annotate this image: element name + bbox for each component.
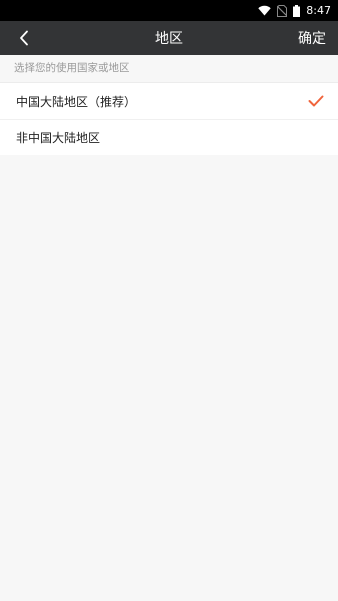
region-item-mainland[interactable]: 中国大陆地区（推荐） (0, 83, 338, 119)
status-bar: 8:47 (0, 0, 338, 21)
region-hint: 选择您的使用国家或地区 (0, 55, 338, 83)
chevron-left-icon (19, 30, 29, 46)
confirm-button[interactable]: 确定 (298, 21, 326, 55)
battery-icon (293, 4, 301, 17)
app-bar: 地区 确定 (0, 21, 338, 55)
back-button[interactable] (10, 21, 38, 55)
region-item-label: 中国大陆地区（推荐） (16, 94, 137, 109)
region-screen: 8:47 地区 确定 选择您的使用国家或地区 中国大陆地区（推荐） 非中国大陆地… (0, 0, 338, 601)
region-list: 中国大陆地区（推荐） 非中国大陆地区 (0, 83, 338, 155)
region-item-non-mainland[interactable]: 非中国大陆地区 (0, 119, 338, 155)
no-sim-icon (277, 4, 288, 17)
region-item-label: 非中国大陆地区 (16, 131, 101, 145)
check-icon (308, 95, 324, 107)
wifi-icon (258, 5, 271, 16)
status-time: 8:47 (306, 4, 331, 17)
page-title: 地区 (155, 31, 183, 47)
